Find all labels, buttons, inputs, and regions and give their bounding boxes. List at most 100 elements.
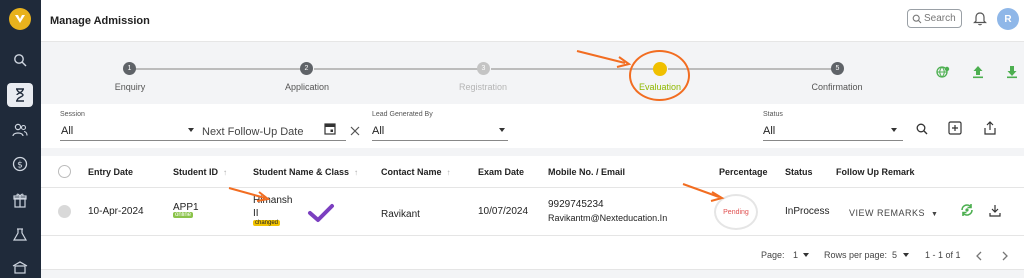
search-label: Search [924,13,956,24]
student-class-cell: II [253,208,259,219]
col-student-id[interactable]: Student ID ↑ [173,167,227,177]
calendar-icon[interactable] [324,122,336,140]
step-1-label[interactable]: Enquiry [75,82,185,92]
lead-underline [372,140,508,141]
rows-per-page-select[interactable]: 5 [892,250,897,260]
row-download-icon[interactable] [989,204,1001,222]
session-underline [60,140,196,141]
step-2-label[interactable]: Application [252,82,362,92]
app-logo [9,8,31,30]
chevron-down-icon: ▼ [931,211,939,218]
annotation-arrow-icon [682,183,725,202]
annotation-arrow-icon [576,50,632,68]
rows-dropdown-icon[interactable] [903,253,909,257]
avatar[interactable]: R [997,8,1019,30]
col-percentage[interactable]: Percentage [719,167,768,177]
step-connector [314,68,483,70]
session-select[interactable]: All [61,125,73,137]
filter-search-icon[interactable] [916,122,928,140]
sidebar-lab-icon[interactable] [7,223,33,247]
session-label: Session [60,111,85,118]
col-contact-name[interactable]: Contact Name ↑ [381,167,451,177]
add-new-icon[interactable] [948,121,962,140]
col-student-name-label: Student Name & Class [253,167,350,177]
page-label: Page: [761,250,785,260]
svg-text:$: $ [17,161,23,171]
status-underline [763,140,903,141]
sidebar-fees-icon[interactable]: $ [7,152,33,176]
step-3-label: Registration [458,82,508,92]
sidebar-school-icon[interactable] [7,255,33,278]
select-all-checkbox[interactable] [58,165,71,178]
download-icon[interactable] [1006,65,1018,84]
col-status[interactable]: Status [785,167,813,177]
mobile-cell: 9929745234 [548,199,604,210]
page-select[interactable]: 1 [793,250,798,260]
sidebar: $ [0,0,41,278]
follow-up-date-input[interactable]: Next Follow-Up Date [202,126,303,138]
step-2-circle[interactable]: 2 [300,62,313,75]
col-contact-name-label: Contact Name [381,167,442,177]
global-settings-icon[interactable] [936,65,950,84]
refresh-icon[interactable] [959,202,975,223]
clear-date-icon[interactable] [350,123,360,141]
sort-arrow-icon[interactable]: ↑ [223,168,227,177]
col-student-name[interactable]: Student Name & Class ↑ [253,167,358,177]
action-icons [930,43,1024,103]
pagination: Page: 1 Rows per page: 5 1 - 1 of 1 [41,236,1024,270]
sort-arrow-icon[interactable]: ↑ [354,168,358,177]
row-select-checkbox[interactable] [58,205,71,218]
table-row[interactable]: 10-Apr-2024 APP1 online Himansh II chang… [41,183,1024,236]
contact-name-cell: Ravikant [381,209,420,220]
changed-badge: changed [253,220,281,226]
status-dropdown-icon[interactable] [891,128,897,132]
online-badge: online [173,212,194,218]
export-share-icon[interactable] [983,121,997,140]
sidebar-search-icon[interactable] [7,48,33,72]
step-5-label[interactable]: Confirmation [782,82,892,92]
table-header: Entry Date Student ID ↑ Student Name & Cl… [41,156,1024,188]
top-bar: Manage Admission Search R [41,0,1024,42]
email-cell: Ravikantm@Nexteducation.In [548,213,668,223]
view-remarks-button[interactable]: VIEW REMARKS ▼ [849,208,938,218]
step-5-circle[interactable]: 5 [831,62,844,75]
col-exam-date[interactable]: Exam Date [478,167,524,177]
col-entry-date[interactable]: Entry Date [88,167,133,177]
filter-bar: Session All Next Follow-Up Date Lead Gen… [41,104,1024,148]
search-button[interactable]: Search [907,9,962,28]
lead-label: Lead Generated By [372,111,433,118]
lead-select[interactable]: All [372,125,384,137]
step-connector [668,68,832,70]
prev-page-icon[interactable] [975,248,983,266]
step-3-circle: 3 [477,62,490,75]
col-student-id-label: Student ID [173,167,218,177]
col-mobile-email[interactable]: Mobile No. / Email [548,167,625,177]
exam-date-cell: 10/07/2024 [478,206,529,217]
status-label: Status [763,111,783,118]
status-select[interactable]: All [763,125,775,137]
notification-bell-icon[interactable] [973,10,987,31]
col-follow-up-remark[interactable]: Follow Up Remark [836,167,915,177]
status-cell: InProcess [785,206,830,217]
step-1-circle[interactable]: 1 [123,62,136,75]
admission-stepper: 1 Enquiry 2 Application 3 Registration E… [41,43,930,103]
upload-icon[interactable] [972,65,984,84]
annotation-arrow-icon [228,187,271,202]
sidebar-gift-icon[interactable] [7,188,33,212]
sidebar-users-icon[interactable] [7,118,33,142]
percentage-status: Pending [723,208,749,216]
search-icon [912,14,922,23]
annotation-highlight-circle [629,50,690,101]
rows-per-page-label: Rows per page: [824,250,888,260]
next-page-icon[interactable] [1001,248,1009,266]
page-title: Manage Admission [50,15,150,27]
checkmark-icon [307,203,335,228]
follow-up-underline [196,140,346,141]
page-range: 1 - 1 of 1 [925,250,961,260]
sort-arrow-icon[interactable]: ↑ [447,168,451,177]
lead-dropdown-icon[interactable] [499,128,505,132]
page-dropdown-icon[interactable] [803,253,809,257]
session-dropdown-icon[interactable] [188,128,194,132]
sidebar-admission-icon[interactable] [7,83,33,107]
entry-date-cell: 10-Apr-2024 [88,206,144,217]
